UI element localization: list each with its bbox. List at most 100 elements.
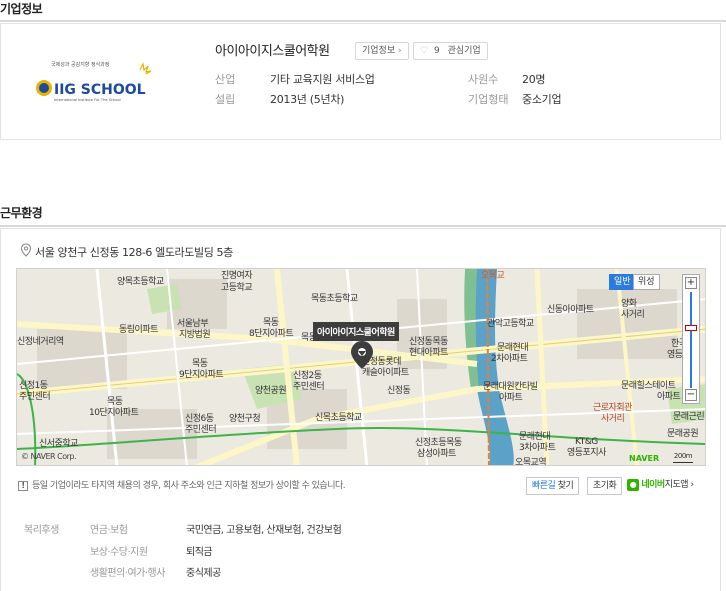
map-label: 신정동목동 — [409, 337, 448, 347]
map-label: 영등포지사 — [567, 448, 606, 458]
map-label: 신동아아파트 — [547, 305, 594, 315]
map-label: 삼성아파트 — [417, 449, 456, 459]
location-map[interactable]: 양목초등학교 진명여자 고등학교 동림이파트 서울남부 지방법원 목동 8단지아… — [16, 268, 706, 466]
company-type-value: 중소기업 — [522, 93, 562, 106]
map-label: 문래공원 — [667, 429, 699, 439]
map-label: 양천공원 — [255, 386, 287, 396]
map-label: 현대아파트 — [409, 348, 448, 358]
map-label: 문래현대 — [497, 343, 529, 353]
map-label: 양천구청 — [229, 414, 261, 424]
map-label: 신목초등학교 — [315, 413, 362, 423]
naver-map-app-button[interactable]: ● 네이버지도앱 › — [627, 477, 699, 495]
map-label: 근로자회관 — [593, 403, 632, 413]
map-label: 양목초등학교 — [117, 277, 164, 287]
map-label: 오목교 — [481, 271, 505, 281]
map-label: 주민센터 — [185, 425, 217, 435]
company-name[interactable]: 아이아이지스쿨어학원 — [215, 40, 330, 59]
map-label: 목동 — [192, 359, 208, 369]
map-label: 신정초등목동 — [415, 438, 462, 448]
location-notice-text: 등일 기업이라도 타지역 채용의 경우, 회사 주소와 인근 지하철 정보가 상… — [32, 481, 346, 491]
map-label: 목동 — [107, 397, 123, 407]
location-notice: ! 등일 기업이라도 타지역 채용의 경우, 회사 주소와 인근 지하철 정보가 … — [18, 478, 346, 491]
map-label: 신정동롯데 — [362, 357, 401, 367]
map-label: 아파트 — [657, 392, 681, 402]
map-label: 신정2동 — [293, 371, 322, 381]
welfare-row-value: 중식제공 — [186, 568, 221, 579]
fastest-route-button[interactable]: 빠른길 찾기 — [526, 477, 580, 495]
map-label: 문래현대 — [519, 432, 551, 442]
map-label: 8단지아파트 — [249, 329, 294, 339]
work-address: 서울 양천구 신정동 128-6 엘도라도빌딩 5층 — [35, 246, 233, 259]
naver-brand-logo: NAVER — [629, 454, 660, 463]
map-label: 양화 — [621, 299, 637, 309]
zoom-slider-handle[interactable] — [685, 325, 697, 331]
naver-map-app-label: 지도앱 — [664, 480, 689, 490]
chevron-right-icon: › — [690, 480, 694, 490]
welfare-row-value: 퇴직금 — [186, 547, 213, 558]
map-label: 오목교역 — [515, 458, 547, 466]
map-label: 문래힐스테이트 — [621, 381, 676, 391]
map-label: 10단지아파트 — [89, 408, 139, 418]
logo-subcaption: International Institute For The School — [54, 98, 121, 102]
map-label: 고등학교 — [221, 283, 253, 293]
map-label: 목동 — [263, 318, 279, 328]
map-copyright: © NAVER Corp. — [21, 452, 77, 461]
company-info-button[interactable]: 기업정보 › — [355, 42, 409, 60]
map-label: 신정6동 — [185, 414, 214, 424]
map-type-general-button[interactable]: 일반 — [609, 274, 636, 290]
interest-label: 관심기업 — [447, 46, 481, 56]
map-label: 주민센터 — [293, 382, 325, 392]
company-logo: 국제성과 공감지향 정식과정 IIG SCHOOL International … — [32, 58, 158, 102]
industry-label: 산업 — [215, 73, 236, 86]
map-label: 진명여자 — [221, 271, 253, 281]
founded-value: 2013년 (5년차) — [270, 93, 345, 106]
company-section-title: 기업정보 — [0, 2, 43, 16]
map-label: 신정네거리역 — [17, 337, 64, 347]
naver-map-app-brand: 네이버 — [641, 480, 665, 490]
map-label: 주민센터 — [19, 392, 51, 402]
map-label: 신서중학교 — [39, 439, 78, 449]
map-label: KT&G — [575, 437, 598, 447]
map-label: 2차아파트 — [491, 354, 528, 364]
welfare-row-label: 보상·수당·지원 — [90, 547, 148, 558]
fastest-route-highlight: 빠른길 — [532, 481, 556, 491]
company-type-label: 기업형태 — [468, 93, 509, 106]
chevron-right-icon: › — [398, 46, 402, 56]
location-pin-icon — [20, 243, 32, 257]
interest-count: 9 — [433, 46, 440, 56]
map-marker-label[interactable]: 아이아이지스쿨어학원 — [313, 322, 399, 341]
zoom-in-button[interactable]: + — [685, 277, 697, 289]
logo-caption: 국제성과 공감지향 정식과정 — [51, 61, 109, 68]
warning-icon: ! — [18, 481, 28, 491]
map-scale: 200m — [673, 451, 693, 463]
logo-wordmark: IIG SCHOOL — [54, 82, 146, 98]
company-section-divider — [0, 20, 726, 22]
employees-value: 20명 — [522, 73, 546, 86]
map-zoom-control[interactable]: + − — [682, 274, 700, 404]
reset-map-button[interactable]: 초기화 — [587, 477, 623, 495]
map-label: 문래근린 — [673, 412, 705, 422]
map-label: 9단지아파트 — [179, 370, 224, 380]
interest-company-button[interactable]: ♡ 9 관심기업 — [413, 42, 488, 60]
map-label: 서울남부 — [177, 319, 209, 329]
map-label: 사거리 — [601, 414, 625, 424]
map-label: 신정동 — [387, 386, 411, 396]
company-info-label: 기업정보 — [362, 46, 396, 56]
zoom-track[interactable] — [690, 292, 692, 388]
employees-label: 사원수 — [468, 73, 499, 86]
heart-icon: ♡ — [420, 46, 429, 56]
map-label: 아파트 — [499, 393, 523, 403]
environment-section-divider — [0, 225, 726, 227]
zoom-out-button[interactable]: − — [685, 389, 697, 401]
founded-label: 설립 — [215, 93, 236, 106]
industry-value: 기타 교육지원 서비스업 — [270, 73, 375, 86]
map-label: 목동초등학교 — [311, 294, 358, 304]
map-label: 사거리 — [621, 310, 645, 320]
environment-section-title: 근무환경 — [0, 206, 43, 220]
fastest-route-label: 찾기 — [555, 481, 574, 491]
map-label: 신정1동 — [19, 381, 48, 391]
map-type-satellite-button[interactable]: 위성 — [633, 274, 660, 290]
welfare-category-label: 복리후생 — [24, 525, 59, 536]
naver-map-pin-icon: ● — [627, 478, 639, 491]
map-label: 동림이파트 — [119, 325, 158, 335]
